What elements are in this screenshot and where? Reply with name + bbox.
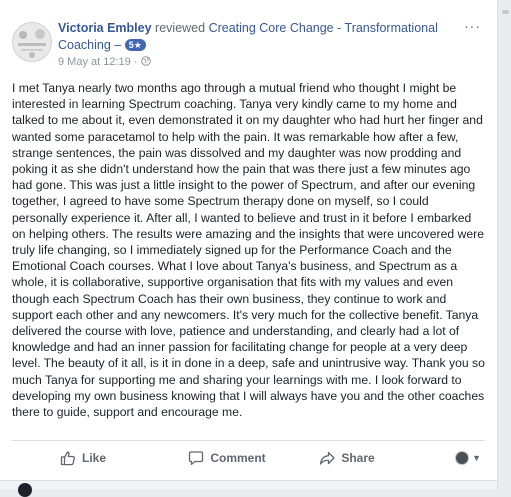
more-options-button[interactable]: ···: [464, 18, 481, 34]
like-label: Like: [82, 451, 107, 465]
like-button[interactable]: Like: [12, 443, 142, 473]
share-label: Share: [341, 451, 375, 465]
scrollbar[interactable]: [498, 0, 511, 488]
avatar[interactable]: [12, 22, 52, 62]
profile-avatar: [455, 451, 470, 465]
like-icon: [60, 451, 75, 466]
comment-label: Comment: [210, 451, 266, 465]
comment-icon: [189, 451, 204, 465]
author-name[interactable]: Victoria Embley: [58, 21, 152, 35]
post-timestamp[interactable]: 9 May at 12:19 ·: [58, 56, 138, 68]
share-icon: [320, 451, 335, 465]
comment-button[interactable]: Comment: [142, 443, 292, 473]
review-body: I met Tanya nearly two months ago throug…: [12, 81, 485, 420]
next-post-avatar: [18, 483, 32, 497]
scrollbar-thumb[interactable]: [502, 10, 509, 14]
rating-badge: 5★: [124, 39, 146, 51]
action-bar: Like Comment Share ▼: [12, 441, 485, 475]
review-verb: reviewed: [155, 21, 206, 35]
post-header: Victoria Embley reviewed Creating Core C…: [12, 16, 480, 72]
profile-picker[interactable]: ▼: [455, 451, 481, 465]
post-meta: 9 May at 12:19 ·: [58, 56, 151, 69]
chevron-down-icon: ▼: [472, 453, 481, 463]
review-post: Victoria Embley reviewed Creating Core C…: [0, 0, 498, 497]
share-button[interactable]: Share: [292, 443, 402, 473]
globe-icon: [140, 56, 151, 69]
review-headline: Victoria Embley reviewed Creating Core C…: [58, 20, 478, 54]
